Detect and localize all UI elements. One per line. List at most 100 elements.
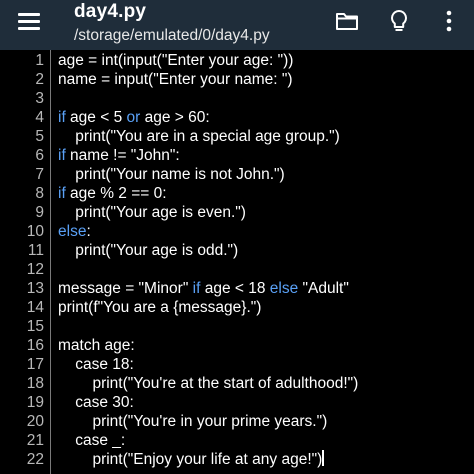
code-line[interactable]: 14 print(f"You are a {message}."): [0, 298, 474, 317]
code-text: print("You are in a special age group."): [58, 127, 340, 146]
code-line[interactable]: 17 case 18:: [0, 355, 474, 374]
line-number: 15: [26, 318, 44, 335]
code-token: match age:: [58, 337, 135, 354]
code-text: print("Your name is not John."): [58, 165, 285, 184]
code-line[interactable]: 22 print("Enjoy your life at any age!"): [0, 450, 474, 469]
code-text: if age % 2 == 0:: [58, 184, 167, 203]
code-text: age = int(input("Enter your age: ")): [58, 51, 293, 70]
code-text: else:: [58, 222, 91, 241]
code-line[interactable]: 9 print("Your age is even."): [0, 203, 474, 222]
code-token: case _:: [58, 432, 126, 449]
line-number: 3: [35, 90, 44, 107]
line-number: 4: [35, 109, 44, 126]
code-token: name != "John":: [65, 147, 180, 164]
code-text: print("Your age is odd."): [58, 241, 238, 260]
code-text: name = input("Enter your name: "): [58, 70, 293, 89]
line-number: 11: [27, 242, 44, 259]
keyword-token: if: [58, 109, 66, 126]
code-text: print("Enjoy your life at any age!"): [58, 450, 324, 469]
file-name-title: day4.py: [74, 1, 147, 22]
line-number: 10: [26, 223, 44, 240]
line-number: 14: [26, 299, 44, 316]
code-token: print("Your name is not John."): [58, 166, 285, 183]
code-editor[interactable]: 1 age = int(input("Enter your age: ")) 2 na…: [0, 50, 474, 474]
code-line[interactable]: 3: [0, 89, 474, 108]
code-text: print("Your age is even."): [58, 203, 246, 222]
line-number: 13: [26, 280, 44, 297]
code-token: print("Your age is odd."): [58, 242, 239, 259]
line-number: 17: [26, 356, 44, 373]
code-token: case 30:: [58, 394, 134, 411]
code-text: match age:: [58, 336, 135, 355]
code-text: case _:: [58, 431, 125, 450]
code-token: :: [86, 223, 91, 240]
keyword-token: else: [58, 223, 87, 240]
open-folder-button[interactable]: [334, 8, 360, 34]
hint-button[interactable]: [386, 8, 412, 34]
line-number: 20: [26, 413, 44, 430]
code-text: if name != "John":: [58, 146, 180, 165]
more-options-button[interactable]: [436, 8, 462, 34]
code-line[interactable]: 10 else:: [0, 222, 474, 241]
lightbulb-icon: [391, 10, 407, 31]
file-path: /storage/emulated/0/day4.py: [74, 27, 270, 44]
code-text: print(f"You are a {message}."): [58, 298, 261, 317]
code-line[interactable]: 1 age = int(input("Enter your age: ")): [0, 51, 474, 70]
code-token: age = int(input("Enter your age: ")): [58, 52, 294, 69]
line-number: 1: [35, 52, 44, 69]
code-line[interactable]: 11 print("Your age is odd."): [0, 241, 474, 260]
code-line[interactable]: 16 match age:: [0, 336, 474, 355]
code-line[interactable]: 2 name = input("Enter your name: "): [0, 70, 474, 89]
code-line[interactable]: 15: [0, 317, 474, 336]
line-number: 12: [26, 261, 44, 278]
code-line[interactable]: 7 print("Your name is not John."): [0, 165, 474, 184]
code-line[interactable]: 21 case _:: [0, 431, 474, 450]
code-line[interactable]: 20 print("You're in your prime years."): [0, 412, 474, 431]
code-text: print("You're at the start of adulthood!…: [58, 374, 358, 393]
code-token: print("Enjoy your life at any age!"): [58, 451, 323, 468]
code-token: print("You're at the start of adulthood!…: [58, 375, 359, 392]
line-number: 9: [35, 204, 44, 221]
code-text: message = "Minor" if age < 18 else "Adul…: [58, 279, 349, 298]
line-number: 22: [26, 451, 44, 468]
keyword-token: or: [126, 109, 141, 126]
app-bar: day4.py /storage/emulated/0/day4.py: [0, 0, 474, 50]
code-text: case 18:: [58, 355, 134, 374]
code-token: print("Your age is even."): [58, 204, 246, 221]
line-number: 8: [35, 185, 44, 202]
keyword-token: else: [269, 280, 299, 297]
line-number: 6: [35, 147, 44, 164]
code-line[interactable]: 12: [0, 260, 474, 279]
vertical-dots-icon: [446, 10, 452, 32]
code-line[interactable]: 18 print("You're at the start of adultho…: [0, 374, 474, 393]
code-text: case 30:: [58, 393, 134, 412]
code-line[interactable]: 19 case 30:: [0, 393, 474, 412]
code-token: age > 60:: [140, 109, 210, 126]
code-token: "Adult": [298, 280, 349, 297]
code-token: age < 18: [200, 280, 270, 297]
code-text: if age < 5 or age > 60:: [58, 108, 210, 127]
code-token: print(f"You are a {message}."): [58, 299, 262, 316]
hamburger-menu-icon[interactable]: [18, 13, 44, 33]
code-token: case 18:: [58, 356, 134, 373]
line-number: 16: [26, 337, 44, 354]
code-line[interactable]: 13 message = "Minor" if age < 18 else "Ad…: [0, 279, 474, 298]
code-token: age % 2 == 0:: [65, 185, 167, 202]
line-number: 21: [26, 432, 44, 449]
code-token: print("You are in a special age group."): [58, 128, 340, 145]
code-token: name = input("Enter your name: "): [58, 71, 293, 88]
keyword-token: if: [58, 185, 66, 202]
text-cursor: [322, 450, 324, 466]
line-number: 2: [35, 71, 44, 88]
keyword-token: if: [58, 147, 66, 164]
code-token: print("You're in your prime years."): [58, 413, 328, 430]
line-number: 7: [35, 166, 44, 183]
code-line[interactable]: 5 print("You are in a special age group.…: [0, 127, 474, 146]
code-token: age < 5: [65, 109, 127, 126]
code-line[interactable]: 8 if age % 2 == 0:: [0, 184, 474, 203]
code-line[interactable]: 4 if age < 5 or age > 60:: [0, 108, 474, 127]
line-number: 5: [35, 128, 44, 145]
folder-icon: [336, 13, 358, 30]
code-text: print("You're in your prime years."): [58, 412, 327, 431]
code-line[interactable]: 6 if name != "John":: [0, 146, 474, 165]
